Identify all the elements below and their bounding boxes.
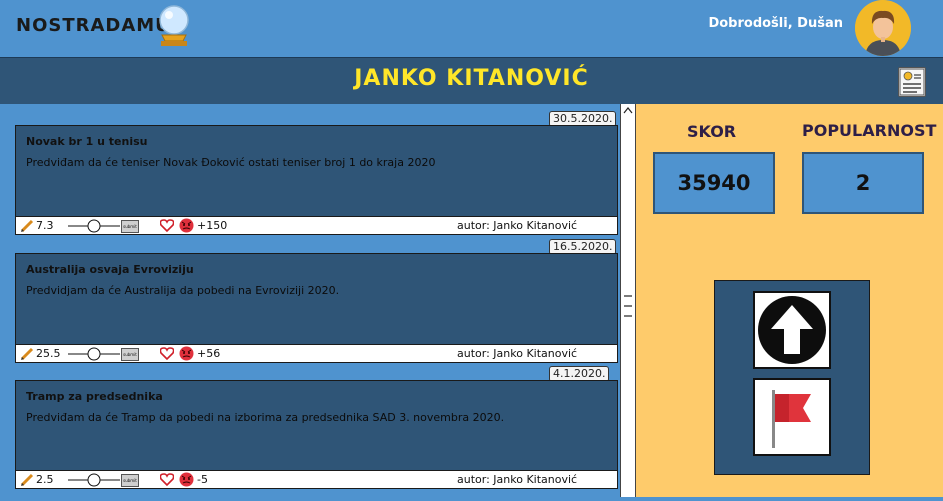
prediction-author[interactable]: autor: Janko Kitanović xyxy=(457,472,577,487)
welcome-text: Dobrodošli, Dušan xyxy=(708,16,843,31)
score-label: SKOR xyxy=(687,122,737,141)
profile-document-icon[interactable] xyxy=(898,67,926,97)
rate-submit-button[interactable]: submit xyxy=(121,220,139,233)
score-value: 35940 xyxy=(653,152,775,214)
prediction-footer: 2.5 submit -5 autor: Janko Kitanović xyxy=(15,470,618,489)
heart-icon[interactable] xyxy=(160,218,174,233)
red-flag-icon xyxy=(772,390,811,448)
scrollbar-graphic[interactable] xyxy=(621,104,635,497)
rate-submit-button[interactable]: submit xyxy=(121,474,139,487)
prediction-score: -5 xyxy=(197,473,208,486)
popularity-label: POPULARNOST xyxy=(802,121,937,140)
pencil-icon xyxy=(20,473,34,487)
prediction-rating: 25.5 xyxy=(36,347,61,360)
arrow-up-icon xyxy=(758,296,826,364)
prediction-card[interactable]: Tramp za predsednika Predviđam da će Tra… xyxy=(15,380,618,472)
profile-name: JANKO KITANOVIĆ xyxy=(354,66,589,91)
prediction-title: Tramp za predsednika xyxy=(26,390,163,403)
upvote-button[interactable] xyxy=(753,291,831,369)
prediction-rating: 7.3 xyxy=(36,219,54,232)
action-panel xyxy=(714,280,870,475)
rating-slider[interactable] xyxy=(68,472,120,487)
feed-scrollbar[interactable] xyxy=(620,104,636,497)
popularity-value: 2 xyxy=(802,152,924,214)
angry-face-icon[interactable] xyxy=(179,346,194,361)
prediction-text: Predviđam da će Tramp da pobedi na izbor… xyxy=(26,411,505,424)
prediction-title: Novak br 1 u tenisu xyxy=(26,135,148,148)
rating-slider[interactable] xyxy=(68,218,120,233)
crystal-ball-icon[interactable] xyxy=(156,3,192,47)
heart-icon[interactable] xyxy=(160,346,174,361)
user-avatar-icon[interactable] xyxy=(855,0,911,56)
prediction-footer: 7.3 submit +150 autor: Janko Kitanović xyxy=(15,216,618,235)
prediction-footer: 25.5 submit +56 autor: Janko Kitanović xyxy=(15,344,618,363)
profile-title-bar: JANKO KITANOVIĆ xyxy=(0,57,943,105)
prediction-card[interactable]: Novak br 1 u tenisu Predviđam da će teni… xyxy=(15,125,618,217)
prediction-title: Australija osvaja Evroviziju xyxy=(26,263,194,276)
prediction-rating: 2.5 xyxy=(36,473,54,486)
prediction-card[interactable]: Australija osvaja Evroviziju Predvidjam … xyxy=(15,253,618,345)
prediction-text: Predviđam da će teniser Novak Đoković os… xyxy=(26,156,436,169)
pencil-icon xyxy=(20,347,34,361)
rate-submit-button[interactable]: submit xyxy=(121,348,139,361)
prediction-text: Predvidjam da će Australija da pobedi na… xyxy=(26,284,340,297)
prediction-author[interactable]: autor: Janko Kitanović xyxy=(457,346,577,361)
pencil-icon xyxy=(20,219,34,233)
prediction-author[interactable]: autor: Janko Kitanović xyxy=(457,218,577,233)
angry-face-icon[interactable] xyxy=(179,218,194,233)
prediction-score: +150 xyxy=(197,219,228,232)
rating-slider[interactable] xyxy=(68,346,120,361)
angry-face-icon[interactable] xyxy=(179,472,194,487)
prediction-score: +56 xyxy=(197,347,221,360)
predictions-feed[interactable]: 30.5.2020. Novak br 1 u tenisu Predviđam… xyxy=(0,104,620,497)
report-button[interactable] xyxy=(753,378,831,456)
top-bar: NOSTRADAMUS Dobrodošli, Dušan xyxy=(0,0,943,56)
heart-icon[interactable] xyxy=(160,472,174,487)
